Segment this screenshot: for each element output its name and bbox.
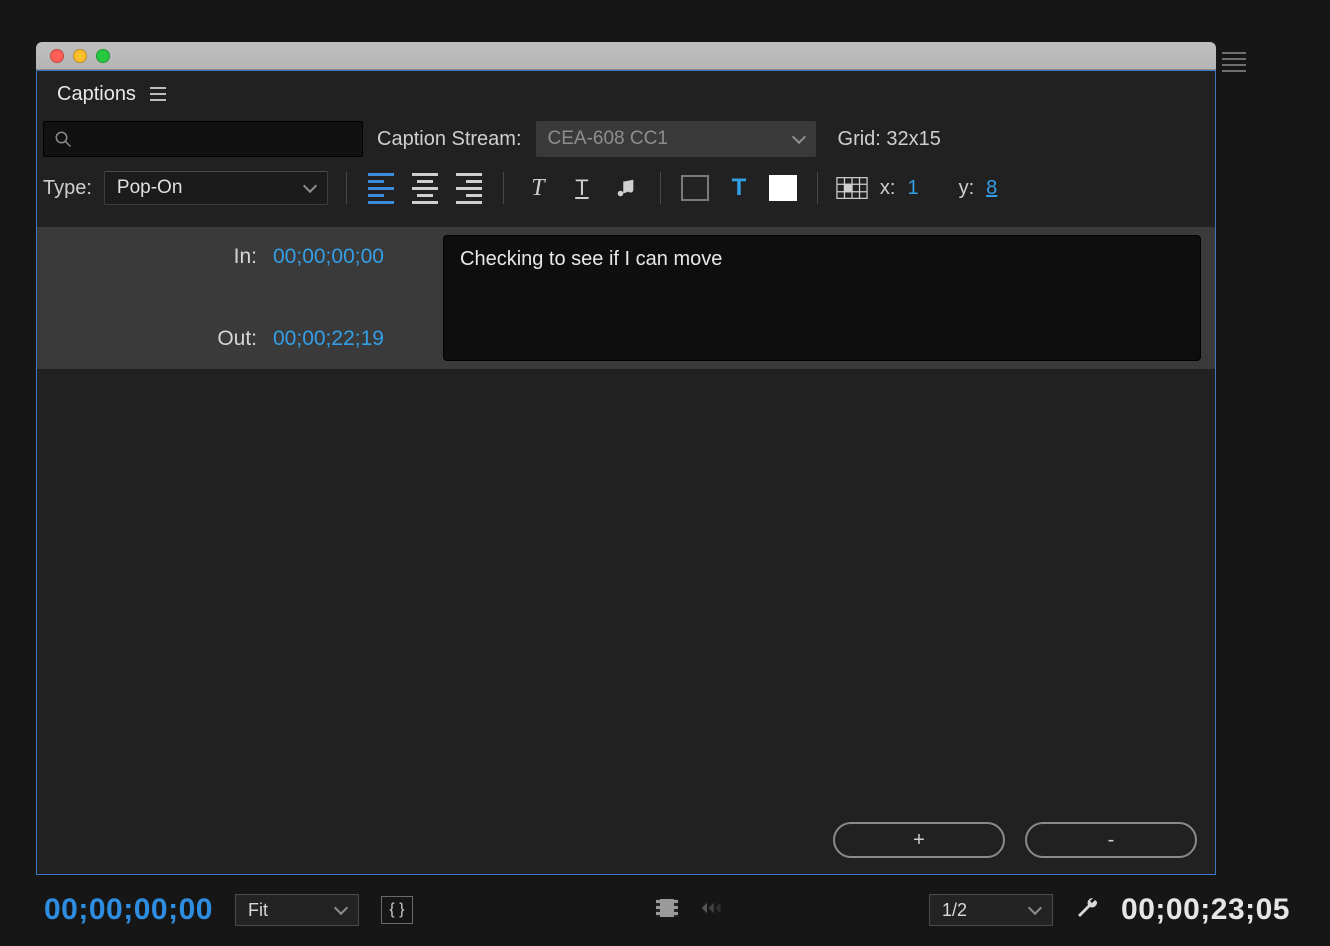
panel-header: Captions [37, 71, 1215, 117]
y-value[interactable]: 8 [986, 177, 997, 200]
divider [346, 172, 347, 204]
align-center-button[interactable] [409, 173, 441, 203]
divider [660, 172, 661, 204]
maximize-icon[interactable] [96, 49, 110, 63]
chevron-down-icon [334, 901, 348, 915]
align-left-icon [368, 173, 394, 204]
zoom-value: Fit [248, 900, 268, 921]
close-icon[interactable] [50, 49, 64, 63]
align-center-icon [412, 173, 438, 204]
music-note-button[interactable] [610, 173, 642, 203]
type-value: Pop-On [117, 177, 182, 199]
align-left-button[interactable] [365, 173, 397, 203]
grid-label: Grid: 32x15 [838, 128, 941, 151]
minimize-icon[interactable] [73, 49, 87, 63]
zoom-select[interactable]: Fit [235, 894, 359, 926]
add-caption-button[interactable]: + [833, 822, 1005, 858]
y-label: y: [959, 177, 975, 200]
out-value[interactable]: 00;00;22;19 [273, 327, 384, 351]
wrench-icon [1075, 896, 1099, 920]
settings-button[interactable] [1075, 896, 1099, 925]
out-label: Out: [57, 327, 257, 351]
caption-entry-times: In: 00;00;00;00 Out: 00;00;22;19 [37, 227, 443, 369]
x-value[interactable]: 1 [907, 177, 918, 200]
x-label: x: [880, 177, 896, 200]
italic-button[interactable]: T [522, 173, 554, 203]
search-input[interactable] [78, 129, 362, 150]
underline-icon: T [575, 175, 588, 201]
italic-icon: T [531, 175, 544, 202]
plus-icon: + [913, 829, 925, 852]
chevron-down-icon [791, 130, 805, 144]
resolution-value: 1/2 [942, 900, 967, 921]
chevron-down-icon [1028, 901, 1042, 915]
window-titlebar[interactable] [36, 42, 1216, 70]
playhead-timecode[interactable]: 00;00;00;00 [44, 893, 213, 927]
type-label: Type: [43, 177, 92, 200]
position-grid-icon [836, 176, 868, 200]
audio-button[interactable] [701, 897, 725, 924]
caption-stream-value: CEA-608 CC1 [548, 128, 668, 150]
search-input-wrap[interactable] [43, 121, 363, 157]
chevron-down-icon [303, 179, 317, 193]
in-value[interactable]: 00;00;00;00 [273, 245, 384, 269]
panel-menu-icon[interactable] [150, 87, 166, 101]
music-note-icon [615, 177, 637, 199]
caption-entry[interactable]: In: 00;00;00;00 Out: 00;00;22;19 Checkin… [37, 227, 1215, 369]
divider [817, 172, 818, 204]
sound-icon [701, 897, 725, 919]
panel-title: Captions [57, 83, 136, 106]
captions-panel: Captions Caption Stream: CEA-608 CC1 Gri… [36, 70, 1216, 875]
safe-margins-button[interactable]: { } [381, 896, 413, 924]
fill-color-swatch-icon [769, 175, 797, 201]
caption-text-value: Checking to see if I can move [460, 248, 722, 270]
duration-timecode: 00;00;23;05 [1121, 893, 1290, 927]
caption-text-input[interactable]: Checking to see if I can move [443, 235, 1201, 361]
text-color-icon: T [732, 174, 747, 202]
in-label: In: [57, 245, 257, 269]
closed-captions-display-button[interactable] [655, 897, 679, 924]
align-right-icon [456, 173, 482, 204]
braces-icon: { } [389, 901, 404, 919]
caption-stream-select[interactable]: CEA-608 CC1 [536, 121, 816, 157]
program-monitor-statusbar: 00;00;00;00 Fit { } 1/2 [0, 888, 1330, 932]
caption-stream-label: Caption Stream: [377, 128, 522, 151]
panel-options-icon[interactable] [1222, 52, 1246, 72]
bg-color-swatch-icon [681, 175, 709, 201]
underline-button[interactable]: T [566, 173, 598, 203]
film-icon [655, 897, 679, 919]
bg-color-button[interactable] [679, 173, 711, 203]
search-icon [54, 130, 72, 148]
fill-color-button[interactable] [767, 173, 799, 203]
remove-caption-button[interactable]: - [1025, 822, 1197, 858]
divider [503, 172, 504, 204]
position-grid-button[interactable] [836, 173, 868, 203]
minus-icon: - [1108, 829, 1115, 852]
align-right-button[interactable] [453, 173, 485, 203]
type-select[interactable]: Pop-On [104, 171, 328, 205]
playback-resolution-select[interactable]: 1/2 [929, 894, 1053, 926]
text-color-button[interactable]: T [723, 173, 755, 203]
